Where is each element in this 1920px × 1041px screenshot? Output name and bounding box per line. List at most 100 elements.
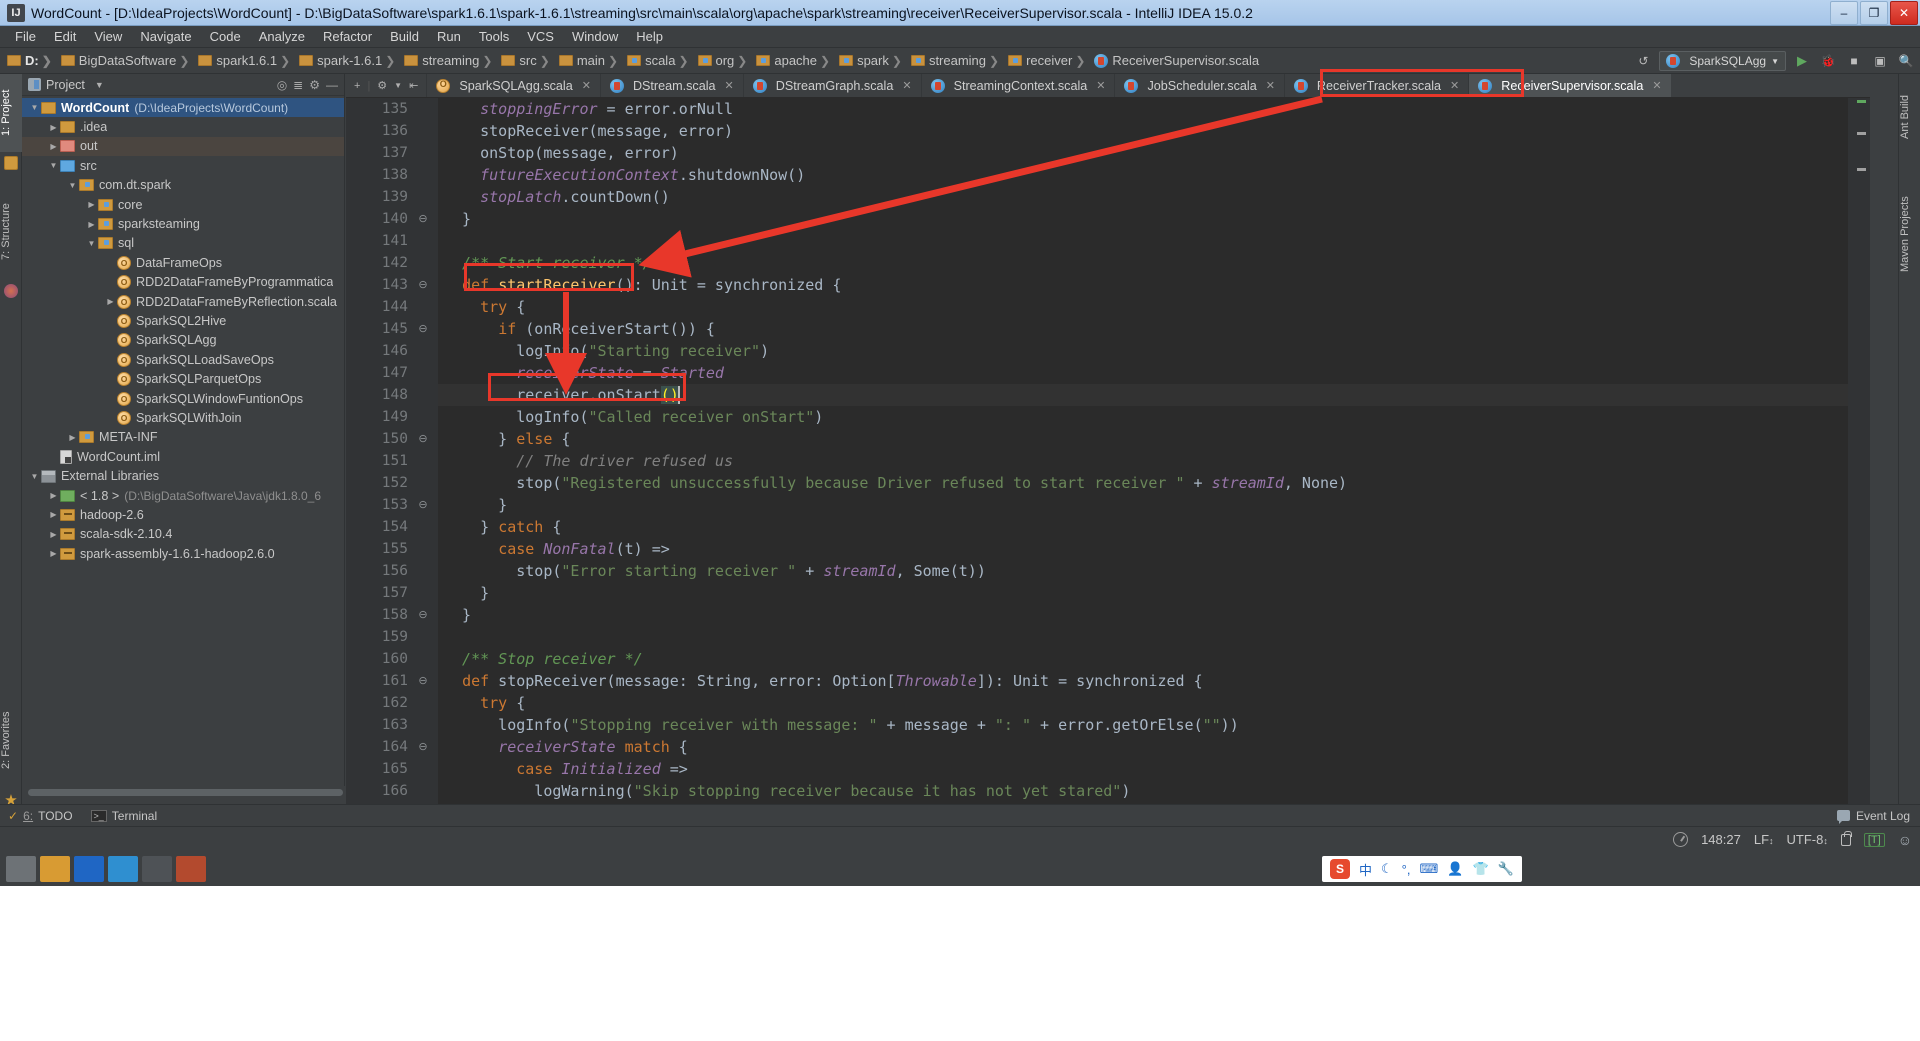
t-badge[interactable]: [T] <box>1863 832 1885 847</box>
breadcrumb-item-scala[interactable]: scala ❯ <box>624 53 694 68</box>
menu-item-refactor[interactable]: Refactor <box>314 27 381 46</box>
code-line[interactable]: def startReceiver(): Unit = synchronized… <box>438 274 841 296</box>
breadcrumb-item-spark-1.6.1[interactable]: spark-1.6.1 ❯ <box>296 53 401 68</box>
menu-item-code[interactable]: Code <box>201 27 250 46</box>
editor-tab-receivertrackerscala[interactable]: ReceiverTracker.scala ✕ <box>1283 74 1468 97</box>
code-line[interactable]: logInfo("Starting receiver") <box>438 340 769 362</box>
user-icon[interactable]: 👤 <box>1447 861 1463 877</box>
code-line[interactable]: try { <box>438 296 525 318</box>
layout-icon[interactable]: ▣ <box>1870 51 1890 71</box>
chevron-down-icon[interactable]: ▼ <box>95 80 104 90</box>
code-line[interactable]: } else { <box>438 428 570 450</box>
editor-tab-jobschedulerscala[interactable]: JobScheduler.scala ✕ <box>1114 74 1283 97</box>
tree-node[interactable]: ▶ < 1.8 > (D:\BigDataSoftware\Java\jdk1.8.… <box>22 486 344 505</box>
code-line[interactable]: onStop(message, error) <box>438 142 679 164</box>
code-line[interactable]: } <box>438 604 471 626</box>
chevron-down-icon[interactable]: ▼ <box>28 103 41 112</box>
tree-node[interactable]: ▶ hadoop-2.6 <box>22 505 344 524</box>
collapse-all-icon[interactable]: ≣ <box>293 78 303 92</box>
code-editor[interactable]: 135 136 137 138 139 140 ⊖ 141 142 143 ⊖ 144 145 ⊖ 146 1… <box>346 98 1848 804</box>
code-fold-icon[interactable]: ⊖ <box>416 670 430 692</box>
code-line[interactable]: logInfo("Called receiver onStart") <box>438 406 823 428</box>
close-icon[interactable]: ✕ <box>1266 79 1275 92</box>
code-line[interactable]: stoppingError = error.orNull <box>438 98 733 120</box>
editor-tab-sparksqlaggscala[interactable]: SparkSQLAgg.scala ✕ <box>426 74 600 97</box>
code-line[interactable]: def stopReceiver(message: String, error:… <box>438 670 1203 692</box>
hector-icon[interactable]: ☺ <box>1898 832 1912 848</box>
tree-node[interactable]: DataFrameOps <box>22 253 344 272</box>
chevron-down-icon[interactable]: ▼ <box>47 161 60 170</box>
project-tree[interactable]: ▼ WordCount (D:\IdeaProjects\WordCount) ▶ .i… <box>22 96 344 764</box>
editor-tab-streamingcontextscala[interactable]: StreamingContext.scala ✕ <box>920 74 1115 97</box>
tree-node[interactable]: ▶ .idea <box>22 117 344 136</box>
breadcrumb-item-apache[interactable]: apache ❯ <box>753 53 836 68</box>
lock-icon[interactable] <box>1840 830 1852 846</box>
chevron-right-icon[interactable]: ▶ <box>66 433 79 442</box>
sidebar-item-project[interactable]: 1: Project <box>0 74 22 152</box>
chevron-right-icon[interactable]: ▶ <box>85 220 98 229</box>
breadcrumb-item-bigdatasoftware[interactable]: BigDataSoftware ❯ <box>58 53 196 68</box>
tree-node[interactable]: ▶ core <box>22 195 344 214</box>
code-line[interactable]: stop("Error starting receiver " + stream… <box>438 560 986 582</box>
menu-item-file[interactable]: File <box>6 27 45 46</box>
build-variants-icon[interactable] <box>4 156 18 170</box>
breadcrumb-item-d[interactable]: D: ❯ <box>4 53 58 68</box>
taskbar-item[interactable] <box>74 856 104 882</box>
chevron-right-icon[interactable]: ▶ <box>85 200 98 209</box>
code-fold-icon[interactable]: ⊖ <box>416 494 430 516</box>
code-line[interactable]: receiverState match { <box>438 736 688 758</box>
menu-item-vcs[interactable]: VCS <box>518 27 563 46</box>
stop-icon[interactable]: ■ <box>1844 51 1864 71</box>
menu-item-window[interactable]: Window <box>563 27 627 46</box>
breadcrumb-item-streaming[interactable]: streaming ❯ <box>401 53 498 68</box>
bottom-item-todo[interactable]: ✓ 6: TODO <box>8 809 73 823</box>
menu-item-tools[interactable]: Tools <box>470 27 518 46</box>
breadcrumb-item-spark[interactable]: spark ❯ <box>836 53 908 68</box>
chevron-right-icon[interactable]: ▶ <box>47 530 60 539</box>
chevron-right-icon[interactable]: ▶ <box>47 549 60 558</box>
code-line[interactable]: logInfo("Stopping receiver with message:… <box>438 714 1239 736</box>
breadcrumb-item-org[interactable]: org ❯ <box>695 53 754 68</box>
code-line[interactable]: } <box>438 208 471 230</box>
locate-icon[interactable]: ◎ <box>277 78 287 92</box>
taskbar-item[interactable] <box>142 856 172 882</box>
close-icon[interactable]: ✕ <box>725 79 734 92</box>
sync-icon[interactable]: ↺ <box>1633 51 1653 71</box>
menu-item-view[interactable]: View <box>85 27 131 46</box>
breadcrumb-item-receiver[interactable]: receiver ❯ <box>1005 53 1091 68</box>
code-line[interactable]: } <box>438 582 489 604</box>
breadcrumb-item-receiversupervisor.scala[interactable]: ReceiverSupervisor.scala <box>1091 53 1262 68</box>
chevron-right-icon[interactable]: ▶ <box>47 491 60 500</box>
menu-item-navigate[interactable]: Navigate <box>131 27 200 46</box>
code-line[interactable]: case Initialized => <box>438 758 688 780</box>
breadcrumb-item-src[interactable]: src ❯ <box>498 53 555 68</box>
code-line[interactable]: // The driver refused us <box>438 450 733 472</box>
sidebar-item-structure[interactable]: 7: Structure <box>0 186 22 278</box>
code-line[interactable]: logWarning("Skip stopping receiver becau… <box>438 780 1130 802</box>
file-encoding[interactable]: UTF-8↕ <box>1787 832 1828 847</box>
sidebar-item-favorites[interactable]: 2: Favorites <box>0 694 22 786</box>
editor-error-stripe[interactable] <box>1848 98 1870 804</box>
breadcrumb-item-spark1.6.1[interactable]: spark1.6.1 ❯ <box>195 53 296 68</box>
code-line[interactable]: case NonFatal(t) => <box>438 538 670 560</box>
chevron-right-icon[interactable]: ▶ <box>47 123 60 132</box>
tree-node[interactable]: ▼ com.dt.spark <box>22 176 344 195</box>
taskbar-item[interactable] <box>108 856 138 882</box>
tree-node[interactable]: SparkSQLWindowFuntionOps <box>22 389 344 408</box>
debug-icon[interactable]: 🐞 <box>1818 51 1838 71</box>
menu-item-run[interactable]: Run <box>428 27 470 46</box>
sidebar-item-maven-projects[interactable]: Maven Projects <box>1899 178 1920 290</box>
menu-item-edit[interactable]: Edit <box>45 27 85 46</box>
chevron-down-icon[interactable]: ▼ <box>394 81 402 90</box>
collapse-left-icon[interactable]: ⇤ <box>409 79 418 92</box>
wrench-icon[interactable]: 🔧 <box>1498 861 1514 877</box>
keyboard-icon[interactable]: ⌨ <box>1419 861 1438 877</box>
shirt-icon[interactable]: 👕 <box>1472 861 1488 877</box>
code-line[interactable]: stopLatch.countDown() <box>438 186 670 208</box>
tree-node[interactable]: SparkSQLParquetOps <box>22 369 344 388</box>
minimize-button[interactable]: – <box>1830 1 1858 25</box>
editor-tab-receiversupervisorscala[interactable]: ReceiverSupervisor.scala ✕ <box>1468 74 1671 97</box>
code-line[interactable]: } catch { <box>438 516 561 538</box>
memory-indicator-icon[interactable] <box>1673 832 1689 847</box>
menu-item-analyze[interactable]: Analyze <box>250 27 314 46</box>
